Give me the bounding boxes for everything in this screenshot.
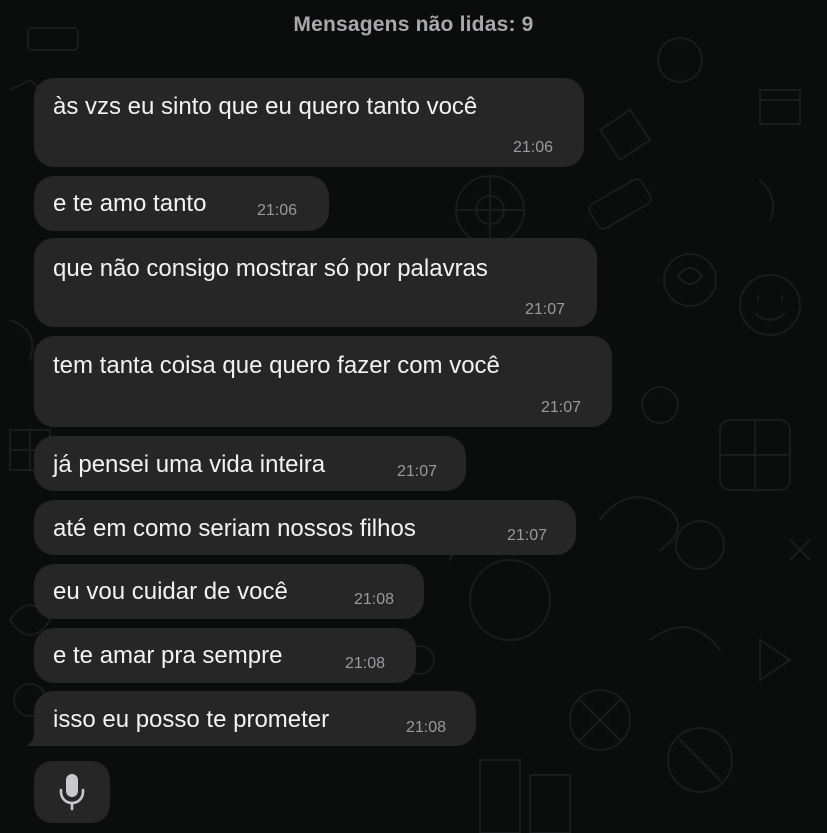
message-text: às vzs eu sinto que eu quero tanto você — [53, 93, 478, 120]
voice-message-button[interactable] — [34, 761, 110, 823]
message-text: até em como seriam nossos filhos — [53, 515, 416, 542]
unread-messages-label: Mensagens não lidas: 9 — [293, 13, 534, 36]
message-text: que não consigo mostrar só por palavras — [53, 255, 488, 282]
message-text: já pensei uma vida inteira — [53, 451, 326, 478]
message-bubble[interactable]: isso eu posso te prometer 21:08 — [34, 691, 476, 746]
chat-view[interactable]: Mensagens não lidas: 9 às vzs eu sinto q… — [0, 0, 827, 833]
message-bubble[interactable]: até em como seriam nossos filhos 21:07 — [34, 500, 576, 555]
message-timestamp: 21:07 — [507, 527, 548, 544]
message-text: tem tanta coisa que quero fazer com você — [53, 352, 500, 379]
message-timestamp: 21:07 — [525, 301, 566, 318]
bubble-tail-icon — [26, 732, 40, 746]
message-timestamp: 21:08 — [406, 719, 447, 736]
microphone-icon — [59, 774, 85, 811]
message-text: isso eu posso te prometer — [53, 706, 330, 733]
message-bubble[interactable]: que não consigo mostrar só por palavras … — [34, 238, 597, 327]
message-text: e te amar pra sempre — [53, 642, 283, 669]
message-bubble[interactable]: eu vou cuidar de você 21:08 — [34, 564, 424, 619]
message-timestamp: 21:07 — [397, 463, 438, 480]
unread-messages-banner: Mensagens não lidas: 9 — [0, 0, 827, 50]
message-timestamp: 21:06 — [257, 202, 298, 219]
message-bubble[interactable]: às vzs eu sinto que eu quero tanto você … — [34, 78, 584, 167]
message-bubble[interactable]: e te amar pra sempre 21:08 — [34, 628, 416, 683]
message-text: e te amo tanto — [53, 190, 207, 217]
message-timestamp: 21:07 — [541, 399, 582, 416]
message-timestamp: 21:08 — [354, 591, 395, 608]
message-timestamp: 21:06 — [513, 139, 554, 156]
message-text: eu vou cuidar de você — [53, 578, 288, 605]
message-bubble[interactable]: tem tanta coisa que quero fazer com você… — [34, 336, 612, 427]
message-bubble[interactable]: já pensei uma vida inteira 21:07 — [34, 436, 466, 491]
message-timestamp: 21:08 — [345, 655, 386, 672]
message-bubble[interactable]: e te amo tanto 21:06 — [34, 176, 329, 231]
